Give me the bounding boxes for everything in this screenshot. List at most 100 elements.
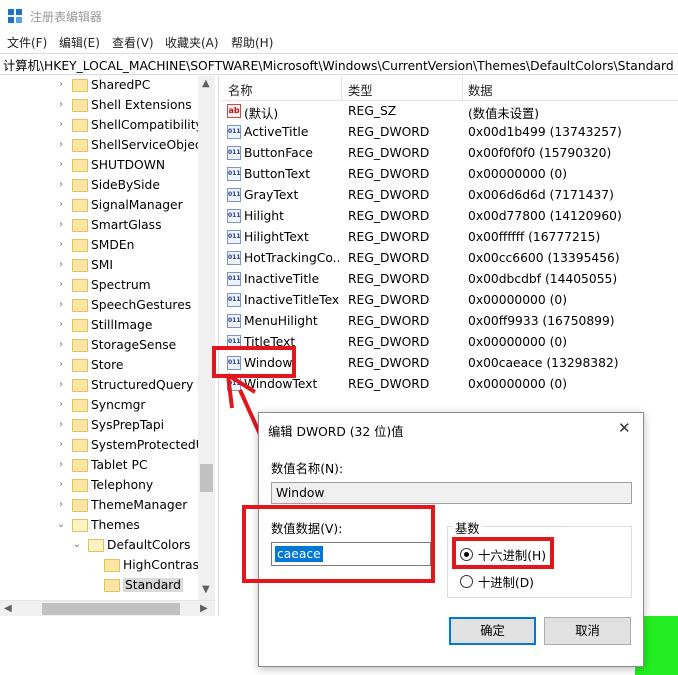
value-row[interactable]: 011 Hilight REG_DWORD 0x00d77800 (14120960) bbox=[221, 206, 678, 227]
chevron-right-icon[interactable]: › bbox=[56, 79, 66, 90]
chevron-right-icon[interactable]: › bbox=[56, 379, 66, 390]
scroll-down-icon[interactable]: ▼ bbox=[202, 584, 210, 595]
cancel-button[interactable]: 取消 bbox=[544, 617, 631, 645]
chevron-right-icon[interactable]: › bbox=[56, 439, 66, 450]
chevron-right-icon[interactable]: › bbox=[56, 339, 66, 350]
chevron-right-icon[interactable]: › bbox=[56, 359, 66, 370]
tree-horizontal-scrollbar[interactable]: ◀ ▶ bbox=[0, 600, 215, 617]
tree-item[interactable]: › StorageSense bbox=[0, 336, 200, 356]
chevron-right-icon[interactable]: › bbox=[56, 299, 66, 310]
chevron-right-icon[interactable]: › bbox=[56, 179, 66, 190]
chevron-right-icon[interactable]: › bbox=[56, 239, 66, 250]
value-data: 0x00000000 (0) bbox=[468, 293, 568, 307]
folder-icon bbox=[72, 439, 88, 452]
annotation-box-window-row bbox=[212, 346, 296, 378]
chevron-right-icon[interactable]: › bbox=[56, 279, 66, 290]
chevron-right-icon[interactable]: › bbox=[56, 479, 66, 490]
menu-edit[interactable]: 编辑(E) bbox=[59, 34, 100, 51]
tree-item[interactable]: › SHUTDOWN bbox=[0, 156, 200, 176]
tree-item[interactable]: › SysPrepTapi bbox=[0, 416, 200, 436]
binary-value-icon: 011 bbox=[227, 209, 241, 223]
column-data[interactable]: 数据 bbox=[468, 81, 493, 99]
key-tree[interactable]: › SharedPC › Shell Extensions › ShellCompatib… bbox=[0, 76, 219, 616]
tree-item[interactable]: › SpeechGestures bbox=[0, 296, 200, 316]
value-row[interactable]: 011 ButtonText REG_DWORD 0x00000000 (0) bbox=[221, 164, 678, 185]
chevron-right-icon[interactable]: › bbox=[56, 459, 66, 470]
menu-file[interactable]: 文件(F) bbox=[7, 34, 47, 51]
value-name: ActiveTitle bbox=[244, 125, 309, 139]
dec-radio-label[interactable]: 十进制(D) bbox=[478, 573, 534, 591]
value-data: 0x00d1b499 (13743257) bbox=[468, 125, 622, 139]
value-row[interactable]: ab (默认) REG_SZ (数值未设置) bbox=[221, 101, 678, 122]
scroll-up-icon[interactable]: ▲ bbox=[202, 78, 210, 89]
value-row[interactable]: 011 InactiveTitleText REG_DWORD 0x00000000 … bbox=[221, 290, 678, 311]
tree-item[interactable]: › SignalManager bbox=[0, 196, 200, 216]
chevron-right-icon[interactable]: › bbox=[56, 199, 66, 210]
column-divider[interactable] bbox=[341, 76, 342, 100]
column-divider[interactable] bbox=[462, 76, 463, 100]
tree-item[interactable]: › SMI bbox=[0, 256, 200, 276]
value-row[interactable]: 011 ButtonFace REG_DWORD 0x00f0f0f0 (157903… bbox=[221, 143, 678, 164]
tree-item-label: SpeechGestures bbox=[91, 298, 192, 312]
tree-item[interactable]: › SmartGlass bbox=[0, 216, 200, 236]
scroll-right-icon[interactable]: ▶ bbox=[200, 603, 208, 614]
column-type[interactable]: 类型 bbox=[348, 81, 373, 99]
value-row[interactable]: 011 HilightText REG_DWORD 0x00ffffff (16777… bbox=[221, 227, 678, 248]
tree-item[interactable]: › Store bbox=[0, 356, 200, 376]
tree-item[interactable]: › ShellServiceObject bbox=[0, 136, 207, 156]
menu-favorites[interactable]: 收藏夹(A) bbox=[165, 34, 219, 51]
tree-item[interactable]: › StillImage bbox=[0, 316, 200, 336]
close-icon[interactable]: ✕ bbox=[618, 419, 631, 437]
chevron-down-icon[interactable]: ⌄ bbox=[72, 539, 82, 550]
tree-item[interactable]: › Shell Extensions bbox=[0, 96, 200, 116]
string-value-icon: ab bbox=[227, 104, 241, 118]
chevron-right-icon[interactable]: › bbox=[56, 399, 66, 410]
tree-item[interactable]: › ShellCompatibility bbox=[0, 116, 203, 136]
tree-item[interactable]: HighContrast bbox=[0, 556, 204, 576]
value-row[interactable]: 011 InactiveTitle REG_DWORD 0x00dbcdbf (144… bbox=[221, 269, 678, 290]
tree-item[interactable]: › StructuredQuery bbox=[0, 376, 200, 396]
chevron-right-icon[interactable]: › bbox=[56, 99, 66, 110]
value-data: 0x00caeace (13298382) bbox=[468, 356, 619, 370]
folder-icon bbox=[72, 79, 88, 92]
tree-item[interactable]: › SystemProtectedU bbox=[0, 436, 205, 456]
chevron-down-icon[interactable]: ⌄ bbox=[56, 519, 66, 530]
tree-item[interactable]: › SideBySide bbox=[0, 176, 200, 196]
ok-button[interactable]: 确定 bbox=[449, 617, 536, 645]
address-bar[interactable]: 计算机\HKEY_LOCAL_MACHINE\SOFTWARE\Microsof… bbox=[0, 53, 678, 75]
chevron-right-icon[interactable]: › bbox=[56, 159, 66, 170]
value-row[interactable]: 011 GrayText REG_DWORD 0x006d6d6d (7171437) bbox=[221, 185, 678, 206]
menu-help[interactable]: 帮助(H) bbox=[231, 34, 273, 51]
value-type: REG_DWORD bbox=[348, 293, 430, 307]
dec-radio[interactable] bbox=[460, 575, 473, 588]
tree-item[interactable]: ⌄ Themes bbox=[0, 516, 200, 536]
tree-item[interactable]: › Spectrum bbox=[0, 276, 200, 296]
chevron-right-icon[interactable]: › bbox=[56, 139, 66, 150]
chevron-right-icon[interactable]: › bbox=[56, 259, 66, 270]
tree-item[interactable]: › Tablet PC bbox=[0, 456, 200, 476]
tree-item[interactable]: Standard bbox=[0, 576, 200, 596]
tree-item[interactable]: › ThemeManager bbox=[0, 496, 200, 516]
scroll-left-icon[interactable]: ◀ bbox=[4, 603, 12, 614]
tree-item[interactable]: › Telephony bbox=[0, 476, 200, 496]
tree-hscroll-thumb[interactable] bbox=[42, 603, 180, 615]
chevron-right-icon[interactable]: › bbox=[56, 119, 66, 130]
value-row[interactable]: 011 ActiveTitle REG_DWORD 0x00d1b499 (13743… bbox=[221, 122, 678, 143]
title-bar: 注册表编辑器 bbox=[0, 0, 678, 32]
tree-item[interactable]: › SharedPC bbox=[0, 76, 200, 96]
address-path[interactable]: 计算机\HKEY_LOCAL_MACHINE\SOFTWARE\Microsof… bbox=[3, 56, 674, 74]
value-row[interactable]: 011 MenuHilight REG_DWORD 0x00ff9933 (16750… bbox=[221, 311, 678, 332]
value-row[interactable]: 011 HotTrackingCo... REG_DWORD 0x00cc6600 (… bbox=[221, 248, 678, 269]
chevron-right-icon[interactable]: › bbox=[56, 499, 66, 510]
value-type: REG_DWORD bbox=[348, 188, 430, 202]
folder-icon bbox=[72, 399, 88, 412]
tree-item[interactable]: › Syncmgr bbox=[0, 396, 200, 416]
tree-item[interactable]: › SMDEn bbox=[0, 236, 200, 256]
value-name: ButtonText bbox=[244, 167, 311, 181]
chevron-right-icon[interactable]: › bbox=[56, 419, 66, 430]
column-name[interactable]: 名称 bbox=[228, 81, 253, 99]
chevron-right-icon[interactable]: › bbox=[56, 319, 66, 330]
menu-view[interactable]: 查看(V) bbox=[112, 34, 154, 51]
tree-item[interactable]: ⌄ DefaultColors bbox=[0, 536, 200, 556]
chevron-right-icon[interactable]: › bbox=[56, 219, 66, 230]
